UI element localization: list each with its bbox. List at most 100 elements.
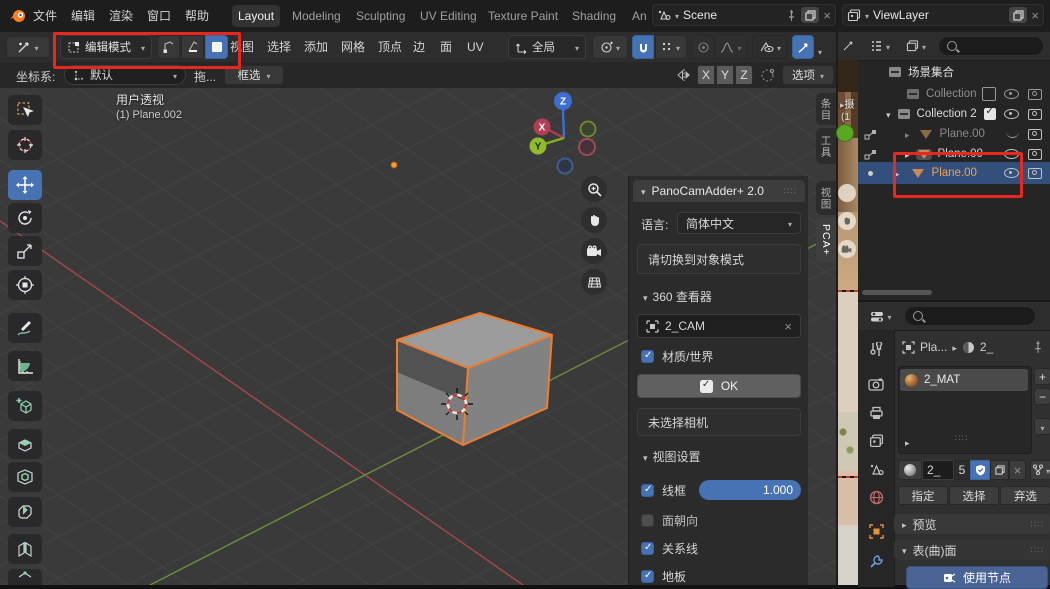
tab-view[interactable]: 视图 (816, 181, 836, 215)
plane1-hidden-icon[interactable] (1006, 131, 1019, 138)
plane2-expand-arrow[interactable] (905, 147, 910, 161)
strip-header[interactable] (838, 32, 858, 61)
remove-slot-button[interactable]: − (1034, 388, 1050, 405)
tab-item[interactable]: 条目 (816, 93, 836, 125)
tab-scene-properties[interactable] (858, 462, 894, 476)
row-collection-2[interactable]: Collection 2 ✓ (858, 104, 1050, 124)
new-viewlayer-button[interactable] (1009, 7, 1027, 23)
workspace-tab-shading[interactable]: Shading (566, 5, 622, 27)
snap-settings-dropdown[interactable] (655, 35, 687, 59)
blender-logo-icon[interactable] (9, 7, 27, 25)
tab-render-properties[interactable] (858, 378, 894, 391)
outliner-filter-dropdown[interactable] (900, 36, 932, 56)
show-gizmo-button[interactable] (792, 35, 814, 59)
collection-exclude-checkbox[interactable] (982, 87, 996, 101)
surface-panel-header[interactable]: 表(曲)面 (894, 540, 1050, 560)
workspace-tab-layout[interactable]: Layout (232, 5, 280, 27)
new-scene-button[interactable] (801, 7, 819, 23)
tab-modifier-properties[interactable] (858, 554, 894, 569)
viewer-section-header[interactable]: 360 查看器 (643, 288, 712, 305)
tab-tool[interactable]: 工具 (816, 128, 836, 164)
transform-orientation-dropdown[interactable]: 全局 (508, 35, 586, 59)
proportional-snap-icon[interactable] (760, 68, 775, 83)
tool-scale[interactable] (8, 236, 42, 266)
ok-button[interactable]: ✓ OK (637, 374, 801, 398)
scene-selector[interactable]: Scene (652, 4, 836, 26)
strip-zoom-button[interactable] (838, 184, 856, 202)
proportional-falloff-dropdown[interactable] (715, 35, 747, 59)
collection-label[interactable]: Collection (926, 88, 982, 100)
menu-mesh[interactable]: 网格 (341, 32, 365, 62)
menu-select[interactable]: 选择 (267, 32, 291, 62)
menu-render[interactable]: 渲染 (109, 0, 133, 32)
breadcrumb-object-name[interactable]: Pla... (920, 340, 947, 354)
select-box-mode-dropdown[interactable]: 框选 (224, 65, 284, 85)
menu-uv[interactable]: UV (467, 32, 484, 62)
row-plane-1[interactable]: Plane.00 (858, 124, 1050, 144)
material-slot-list[interactable]: 2_MAT (898, 366, 1032, 454)
unlink-scene-icon[interactable] (823, 8, 831, 23)
properties-search-input[interactable] (904, 306, 1036, 326)
tab-viewlayer-properties[interactable] (858, 434, 894, 448)
assign-button[interactable]: 指定 (898, 486, 948, 505)
scene-collection-label[interactable]: 场景集合 (908, 64, 954, 80)
tool-measure[interactable] (8, 351, 42, 381)
plane1-expand-arrow[interactable] (905, 127, 910, 141)
slot-list-expand[interactable] (905, 435, 910, 449)
tool-knife[interactable] (8, 569, 42, 585)
tab-object-properties[interactable] (858, 524, 894, 539)
outliner-search-input[interactable] (938, 36, 1044, 56)
collection2-hide-icon[interactable] (1004, 109, 1019, 119)
tab-pca[interactable]: PCA+ (816, 217, 836, 263)
slot-specials-dropdown[interactable] (1034, 418, 1050, 435)
view-settings-header[interactable]: 视图设置 (643, 448, 701, 465)
select-button[interactable]: 选择 (949, 486, 999, 505)
tool-annotate[interactable] (8, 313, 42, 343)
tool-bevel[interactable] (8, 497, 42, 527)
tab-world-properties[interactable] (858, 490, 894, 505)
tool-move[interactable] (8, 170, 42, 200)
tool-loop-cut[interactable] (8, 534, 42, 564)
menu-view[interactable]: 视图 (230, 32, 254, 62)
mirror-y-button[interactable]: Y (716, 65, 734, 85)
collection-hide-icon[interactable] (1004, 89, 1019, 99)
menu-edge[interactable]: 边 (413, 32, 425, 62)
plane3-label[interactable]: Plane.00 (932, 167, 1004, 179)
mirror-x-button[interactable]: X (697, 65, 715, 85)
plane2-render-icon[interactable] (1028, 149, 1042, 160)
scene-name[interactable]: Scene (683, 8, 782, 22)
collection2-render-icon[interactable] (1028, 109, 1042, 120)
panel-collapse-arrow[interactable] (641, 184, 646, 198)
snap-toggle-button[interactable] (632, 35, 654, 59)
editor-type-button[interactable] (6, 36, 50, 58)
mirror-z-button[interactable]: Z (735, 65, 753, 85)
tool-transform[interactable] (8, 270, 42, 300)
coord-system-dropdown[interactable]: 默认 (64, 65, 186, 85)
addon-panel-header[interactable]: PanoCamAdder+ 2.0 (633, 180, 805, 202)
setting-wireframe[interactable]: 线框 (641, 482, 686, 499)
navigation-gizmo[interactable]: Z X Y (518, 88, 618, 183)
select-mode-face-button[interactable] (205, 35, 228, 59)
tool-rotate[interactable] (8, 203, 42, 233)
workspace-tab-texture-paint[interactable]: Texture Paint (482, 5, 564, 27)
wireframe-checkbox[interactable] (641, 484, 654, 497)
tab-output-properties[interactable] (858, 406, 894, 420)
material-copy-button[interactable] (990, 460, 1009, 480)
switch-mode-button[interactable]: 请切换到对象模式 (637, 244, 801, 274)
tab-tool-properties[interactable] (858, 342, 894, 357)
menu-edit[interactable]: 编辑 (71, 0, 95, 32)
show-overlays-dropdown[interactable] (752, 35, 788, 59)
outliner-display-mode-dropdown[interactable] (864, 36, 896, 56)
relations-checkbox[interactable] (641, 542, 654, 555)
plane2-hide-icon[interactable] (1004, 149, 1019, 159)
floor-checkbox[interactable] (641, 570, 654, 583)
remove-viewlayer-icon[interactable] (1031, 8, 1039, 23)
row-collection[interactable]: Collection (858, 84, 1050, 104)
camera-field[interactable]: 2_CAM (637, 314, 801, 338)
collection2-exclude-checkbox[interactable]: ✓ (984, 108, 996, 120)
language-dropdown[interactable]: 简体中文 (677, 212, 801, 234)
preview-grip[interactable] (1031, 519, 1044, 530)
breadcrumb-data-name[interactable]: 2_ (980, 340, 993, 354)
material-world-row[interactable]: 材质/世界 (641, 348, 713, 365)
plane2-label[interactable]: Plane.00 (938, 148, 1004, 160)
